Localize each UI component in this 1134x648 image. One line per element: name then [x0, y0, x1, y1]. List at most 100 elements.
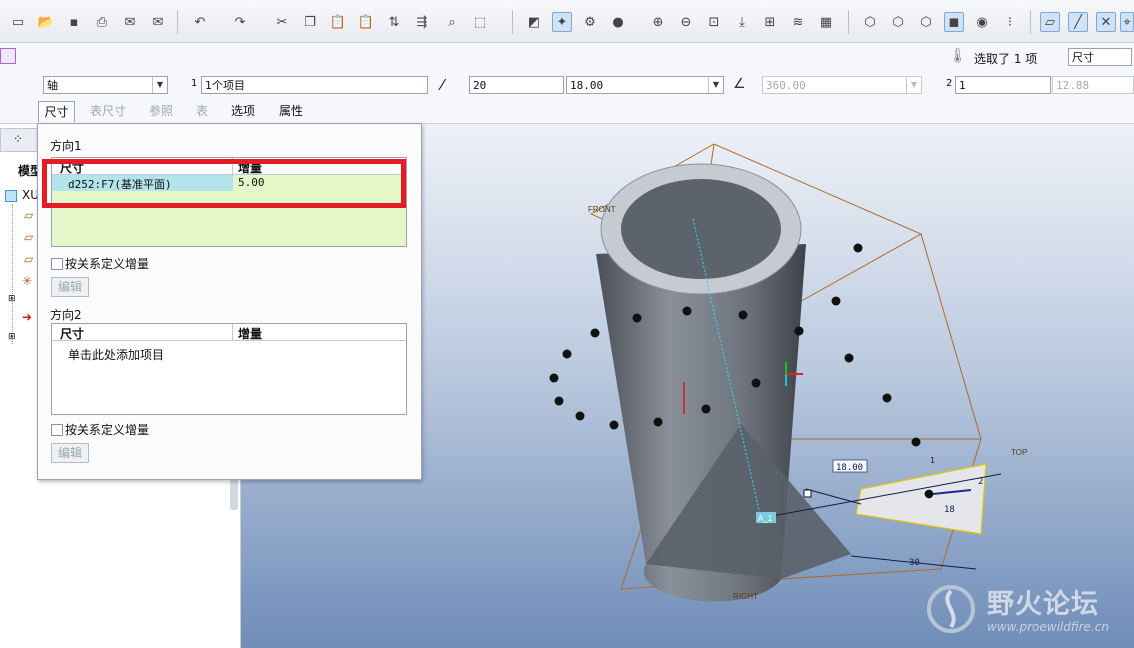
- zoom-out-icon[interactable]: ⊖: [676, 12, 696, 32]
- ref-count-label: 1: [191, 78, 198, 89]
- tab-table-dimensions[interactable]: 表尺寸: [90, 101, 126, 121]
- direction2-table[interactable]: 尺寸 增量 单击此处添加项目: [51, 323, 407, 415]
- datum-plane-icon[interactable]: ▱: [24, 208, 33, 222]
- reference-type-value: 轴: [47, 79, 58, 92]
- relation-checkbox-1[interactable]: [51, 258, 63, 270]
- appearance-icon[interactable]: ◉: [972, 12, 992, 32]
- dimension-18b[interactable]: 18: [944, 505, 955, 515]
- table-header: 尺寸 增量: [52, 324, 406, 341]
- undo-icon[interactable]: ↶: [190, 12, 210, 32]
- shaded-icon[interactable]: ◼: [944, 12, 964, 32]
- save-icon[interactable]: ▪: [64, 12, 84, 32]
- model-tree-tab[interactable]: ⁘: [0, 128, 38, 152]
- dimension-handle[interactable]: [803, 489, 812, 498]
- dimension-1[interactable]: 1: [930, 456, 935, 465]
- second-value-field[interactable]: 12.88: [1052, 76, 1134, 94]
- top-label: TOP: [1011, 448, 1027, 457]
- edit-button-2[interactable]: 编辑: [51, 443, 89, 463]
- dimension-30[interactable]: 30: [909, 558, 920, 568]
- datum-plane-display-icon[interactable]: ▱: [1040, 12, 1060, 32]
- annotation-highlight-box: [42, 159, 406, 208]
- tab-label: 参照: [149, 104, 174, 118]
- reference-type-select[interactable]: 轴 ▼: [43, 76, 168, 94]
- reorient-icon[interactable]: ⤓: [732, 12, 752, 32]
- find-icon[interactable]: ⌕: [442, 12, 462, 32]
- zoom-in-icon[interactable]: ⊕: [648, 12, 668, 32]
- increment-select[interactable]: 18.00 ▼: [566, 76, 724, 94]
- copy-icon[interactable]: ❐: [300, 12, 320, 32]
- wireframe-icon[interactable]: ⬡: [860, 12, 880, 32]
- saved-views-icon[interactable]: ⊞: [760, 12, 780, 32]
- selection-status: 选取了 1 项: [974, 52, 1038, 66]
- cut-icon[interactable]: ✂: [272, 12, 292, 32]
- second-count-field[interactable]: 1: [955, 76, 1051, 94]
- member-count-icon: ⁄: [441, 76, 444, 94]
- paste-icon[interactable]: 📋: [328, 12, 348, 32]
- dimension-2[interactable]: 2: [978, 477, 983, 487]
- tab-dimensions[interactable]: 尺寸: [38, 101, 75, 122]
- cylinder-hole[interactable]: [621, 179, 781, 279]
- add-item-hint[interactable]: 单击此处添加项目: [68, 346, 164, 363]
- no-hidden-icon[interactable]: ⬡: [916, 12, 936, 32]
- main-toolbar: ▭ 📂 ▪ ⎙ ✉ ✉ ↶ ↷ ✂ ❐ 📋 📋 ⇅ ⇶ ⌕ ⬚ ◩ ✦ ⚙ ● …: [0, 0, 1134, 43]
- increment-value: 18.00: [570, 79, 604, 92]
- tab-references[interactable]: 参照: [149, 101, 173, 121]
- redo-icon[interactable]: ↷: [230, 12, 250, 32]
- member-count-value: 20: [473, 79, 487, 92]
- angle-total-select[interactable]: 360.00 ▼: [762, 76, 922, 94]
- paste-special-icon[interactable]: 📋: [356, 12, 376, 32]
- dimension-18[interactable]: 18.00: [836, 463, 863, 473]
- watermark-logo-icon: [927, 585, 975, 633]
- edit-button-1[interactable]: 编辑: [51, 277, 89, 297]
- new-icon[interactable]: ▭: [8, 12, 28, 32]
- reference-collector[interactable]: 1个项目: [201, 76, 428, 94]
- sketch-icon[interactable]: ◩: [524, 12, 544, 32]
- tab-tables[interactable]: 表: [196, 101, 208, 121]
- refit-icon[interactable]: ⊡: [704, 12, 724, 32]
- chevron-down-icon: ▼: [906, 77, 921, 93]
- open-icon[interactable]: 📂: [36, 12, 56, 32]
- print-icon[interactable]: ⎙: [92, 12, 112, 32]
- tab-options[interactable]: 选项: [231, 101, 255, 121]
- part-icon: [5, 190, 17, 202]
- csys-icon[interactable]: ✳: [22, 274, 32, 288]
- pattern-icon: [0, 48, 16, 64]
- relation-checkbox-2[interactable]: [51, 424, 63, 436]
- datum-axis-icon[interactable]: ✦: [552, 12, 572, 32]
- datum-plane-icon[interactable]: ▱: [24, 230, 33, 244]
- direction2-label: 方向2: [50, 308, 82, 322]
- regen-manager-icon[interactable]: ⇶: [412, 12, 432, 32]
- expand-icon[interactable]: ⊞: [8, 294, 16, 304]
- col-divider: [232, 324, 233, 340]
- front-label: FRONT: [588, 205, 616, 214]
- tab-properties[interactable]: 属性: [279, 101, 303, 121]
- drag-handle[interactable]: [923, 488, 935, 500]
- angle-total-value: 360.00: [766, 79, 806, 92]
- second-count-value: 1: [959, 79, 966, 92]
- expand-icon[interactable]: ⊞: [8, 332, 16, 342]
- edit-button-label: 编辑: [57, 280, 82, 294]
- model-tree-icon[interactable]: ⁝: [1000, 12, 1020, 32]
- hidden-line-icon[interactable]: ⬡: [888, 12, 908, 32]
- view-manager-icon[interactable]: ▦: [816, 12, 836, 32]
- select-box-icon[interactable]: ⬚: [470, 12, 490, 32]
- shading-icon[interactable]: ●: [608, 12, 628, 32]
- layers-icon[interactable]: ≋: [788, 12, 808, 32]
- plane-edge: [920, 233, 982, 440]
- relation-checkbox-label-1: 按关系定义增量: [65, 257, 150, 271]
- spin-center-icon[interactable]: ⚙: [580, 12, 600, 32]
- datum-point-display-icon[interactable]: ✕: [1096, 12, 1116, 32]
- datum-plane-icon[interactable]: ▱: [24, 252, 33, 266]
- selection-filter-select[interactable]: 尺寸: [1068, 48, 1132, 66]
- axis-label: A_1: [758, 514, 773, 523]
- csys-display-icon[interactable]: ⌖: [1120, 12, 1134, 32]
- watermark-url: www.proewildfire.cn: [987, 620, 1109, 634]
- member-count-field[interactable]: 20: [469, 76, 564, 94]
- second-direction-label: 2: [946, 78, 953, 89]
- mail-attach-icon[interactable]: ✉: [148, 12, 168, 32]
- rib-feature[interactable]: [855, 463, 987, 535]
- regenerate-icon[interactable]: ⇅: [384, 12, 404, 32]
- datum-axis-display-icon[interactable]: ╱: [1068, 12, 1088, 32]
- mail-icon[interactable]: ✉: [120, 12, 140, 32]
- watermark: 野火论坛 www.proewildfire.cn: [921, 576, 1126, 642]
